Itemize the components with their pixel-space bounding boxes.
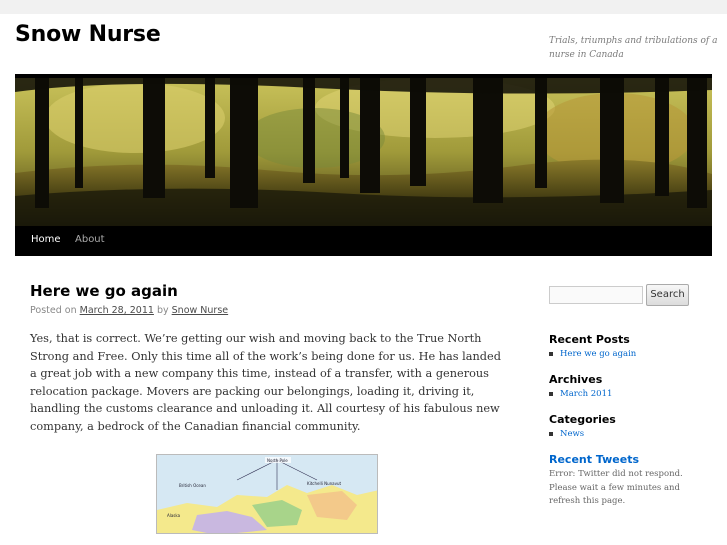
post-body: Yes, that is correct. We’re getting our … xyxy=(30,332,501,433)
archives-list: March 2011 xyxy=(549,387,612,401)
list-item: News xyxy=(549,427,584,441)
posted-on-label: Posted on xyxy=(30,305,77,316)
main-nav: Home About xyxy=(15,226,712,256)
nav-item-about[interactable]: About xyxy=(75,234,105,245)
map-label-north-pole: North Pole xyxy=(267,458,288,463)
header-banner-image xyxy=(15,78,712,226)
post-meta: Posted on March 28, 2011 by Snow Nurse xyxy=(30,305,228,316)
list-item: March 2011 xyxy=(549,387,612,401)
by-label: by xyxy=(156,305,169,316)
map-label-kitchelli: Kitchelli Nunavut xyxy=(307,481,342,486)
archive-link[interactable]: March 2011 xyxy=(560,389,612,399)
site-description: Trials, triumphs and tribulations of a n… xyxy=(549,36,718,60)
twitter-error-message: Error: Twitter did not respond. Please w… xyxy=(549,469,683,506)
canada-map-image: North Pole British Ocean Alaska Kitchell… xyxy=(156,454,378,534)
map-label-british-ocean: British Ocean xyxy=(179,483,206,488)
post-author-link[interactable]: Snow Nurse xyxy=(172,305,228,316)
recent-post-link[interactable]: Here we go again xyxy=(560,349,636,359)
recent-posts-heading: Recent Posts xyxy=(549,333,630,346)
categories-heading: Categories xyxy=(549,413,616,426)
recent-tweets-heading[interactable]: Recent Tweets xyxy=(549,453,639,466)
search-button[interactable]: Search xyxy=(646,284,689,306)
post-title[interactable]: Here we go again xyxy=(30,282,178,300)
map-label-alaska: Alaska xyxy=(167,513,181,518)
archives-heading: Archives xyxy=(549,373,603,386)
post-date-link[interactable]: March 28, 2011 xyxy=(80,305,154,316)
header: Home About xyxy=(15,74,712,256)
recent-posts-list: Here we go again xyxy=(549,347,636,361)
nav-item-home[interactable]: Home xyxy=(31,234,61,245)
search-input[interactable] xyxy=(549,286,643,304)
list-item: Here we go again xyxy=(549,347,636,361)
categories-list: News xyxy=(549,427,584,441)
category-link[interactable]: News xyxy=(560,429,584,439)
site-title[interactable]: Snow Nurse xyxy=(15,22,161,47)
